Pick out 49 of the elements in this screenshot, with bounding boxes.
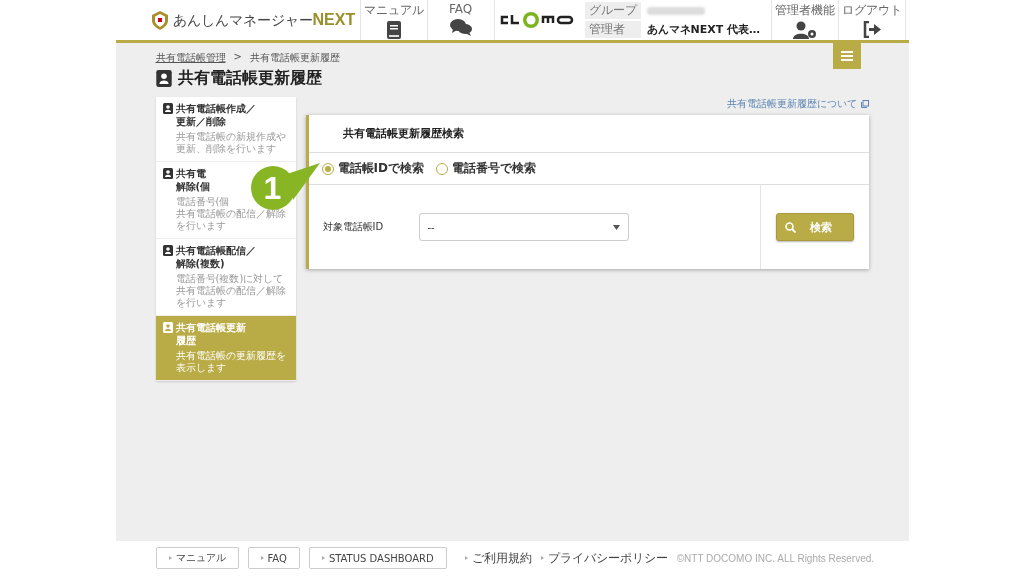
footer-button[interactable]: STATUS DASHBOARD <box>308 547 447 569</box>
radio-option[interactable]: 電話番号で検索 <box>435 160 536 177</box>
footer-button[interactable]: FAQ <box>247 547 300 569</box>
contact-card-icon <box>155 70 172 87</box>
radio-option[interactable]: 電話帳IDで検索 <box>321 160 424 177</box>
group-tag: グループ <box>584 2 641 19</box>
footer-link[interactable]: ご利用規約 <box>464 549 532 567</box>
sidebar-item-description: 共有電話帳の新規作成や 更新、削除を行います <box>175 131 287 155</box>
sidebar-item-title: 共有電 解除(個 <box>175 167 211 193</box>
phonebook-id-select[interactable]: -- <box>418 213 629 241</box>
admin-tag: 管理者 <box>584 21 641 38</box>
dropdown-caret-icon <box>612 224 620 230</box>
admin-name: あんマネNEXT 代表… <box>646 22 762 37</box>
nav-label[interactable]: FAQ <box>448 2 473 16</box>
contact-card-icon <box>162 322 173 333</box>
sidebar-item-title: 共有電話帳更新 履歴 <box>175 321 246 347</box>
action-label[interactable]: 管理者機能 <box>774 2 835 19</box>
shield-logo-icon <box>151 10 168 30</box>
sidebar-item-description: 共有電話帳の更新履歴を 表示します <box>175 350 287 374</box>
user-gear-icon <box>792 21 817 39</box>
sidebar-item[interactable]: 共有電話帳配信／ 解除(複数) 電話番号(複数)に対して 共有電話帳の配信／解除 を行います <box>155 239 296 316</box>
help-link[interactable]: 共有電話帳更新履歴について <box>726 97 869 111</box>
panel-title: 共有電話帳更新履歴検索 <box>308 115 869 153</box>
sidebar-item-description: 電話番号(複数)に対して 共有電話帳の配信／解除 を行います <box>175 273 287 309</box>
contact-card-icon <box>162 245 173 256</box>
external-window-icon <box>860 100 869 108</box>
footer-link[interactable]: プライバシーポリシー <box>540 549 668 567</box>
book-icon <box>386 21 401 39</box>
footer-button[interactable]: マニュアル <box>155 547 239 569</box>
logout-icon <box>862 21 881 38</box>
action-label[interactable]: ログアウト <box>841 2 902 19</box>
menu-icon <box>840 51 853 61</box>
menu-button[interactable] <box>832 43 861 69</box>
nav-label[interactable]: マニュアル <box>363 2 424 19</box>
sidebar-item-title: 共有電話帳作成／ 更新／削除 <box>175 102 256 128</box>
breadcrumb-separator: > <box>233 51 242 64</box>
contact-card-icon <box>162 103 173 114</box>
sidebar-item-title: 共有電話帳配信／ 解除(複数) <box>175 244 256 270</box>
breadcrumb-current: 共有電話帳更新履歴 <box>249 51 340 65</box>
copyright-text: ©NTT DOCOMO INC. ALL Rights Reserved. <box>676 552 875 564</box>
chat-icon <box>449 18 472 36</box>
breadcrumb-link[interactable]: 共有電話帳管理 <box>155 51 226 65</box>
search-icon <box>784 221 796 233</box>
contact-card-icon <box>162 168 173 179</box>
page-title: 共有電話帳更新履歴 <box>177 68 322 89</box>
app-logo-text: あんしんマネージャーNEXT <box>172 10 356 30</box>
field-label: 対象電話帳ID <box>322 220 385 234</box>
sidebar-item[interactable]: 共有電話帳作成／ 更新／削除 共有電話帳の新規作成や 更新、削除を行います <box>155 97 296 162</box>
blurred-group-name <box>646 6 705 15</box>
